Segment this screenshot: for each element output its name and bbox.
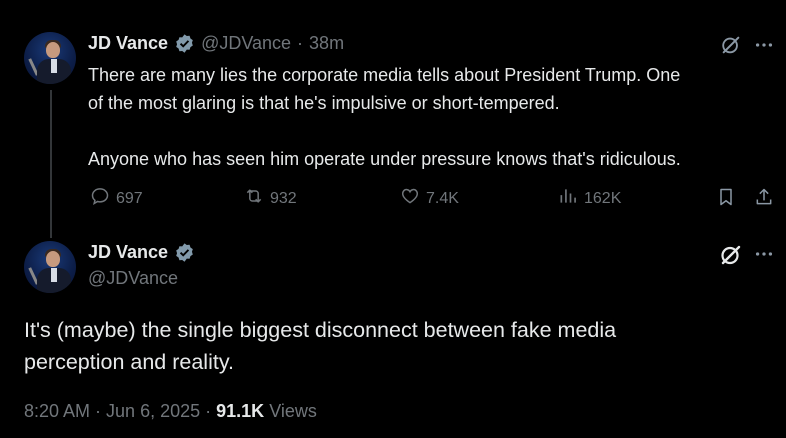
repost-icon [244,186,264,211]
verified-badge-icon [174,242,195,263]
author-handle[interactable]: @JDVance [88,268,178,289]
views-summary: 91.1K Views [216,401,317,422]
tweet-line: perception and reality. [24,350,234,374]
like-icon [400,186,420,211]
tweet-line: There are many lies the corporate media … [88,65,681,85]
more-icon[interactable] [753,243,775,270]
author-name[interactable]: JD Vance [88,242,168,263]
author-handle[interactable]: @JDVance [201,33,291,54]
verified-badge-icon [174,33,195,54]
tweet-text: It's (maybe) the single biggest disconne… [24,314,774,378]
reply-count: 697 [116,189,143,207]
grok-icon[interactable] [720,34,742,61]
post-time[interactable]: 8:20 AM [24,401,90,422]
share-icon[interactable] [754,186,774,213]
timestamp[interactable]: 38m [309,33,344,54]
separator: · [297,33,304,53]
tweet-line: It's (maybe) the single biggest disconne… [24,318,617,342]
bookmark-icon[interactable] [716,186,736,213]
tweet-header: JD Vance @JDVance · 38m [88,33,344,54]
views-icon [558,186,578,211]
tweet-line: of the most glaring is that he's impulsi… [88,93,560,113]
separator: · [95,401,102,421]
tweet-text: There are many lies the corporate media … [88,61,778,173]
avatar[interactable] [24,32,76,84]
like-count: 7.4K [426,189,459,207]
reply-button[interactable]: 697 [90,186,143,211]
repost-button[interactable]: 932 [244,186,297,211]
views-label: Views [269,401,317,421]
tweet-header: JD Vance [88,242,195,263]
tweet-meta: 8:20 AM · Jun 6, 2025 · 91.1K Views [24,401,317,422]
thread-connector-line [50,90,52,238]
grok-icon[interactable] [719,243,743,272]
repost-count: 932 [270,189,297,207]
like-button[interactable]: 7.4K [400,186,459,211]
tweet-line: Anyone who has seen him operate under pr… [88,149,681,169]
views-count: 162K [584,189,622,207]
post-date[interactable]: Jun 6, 2025 [106,401,200,422]
views-button[interactable]: 162K [558,186,621,211]
separator: · [205,401,212,421]
avatar[interactable] [24,241,76,293]
views-total: 91.1K [216,401,265,421]
more-icon[interactable] [753,34,775,61]
author-name[interactable]: JD Vance [88,33,168,54]
reply-icon [90,186,110,211]
